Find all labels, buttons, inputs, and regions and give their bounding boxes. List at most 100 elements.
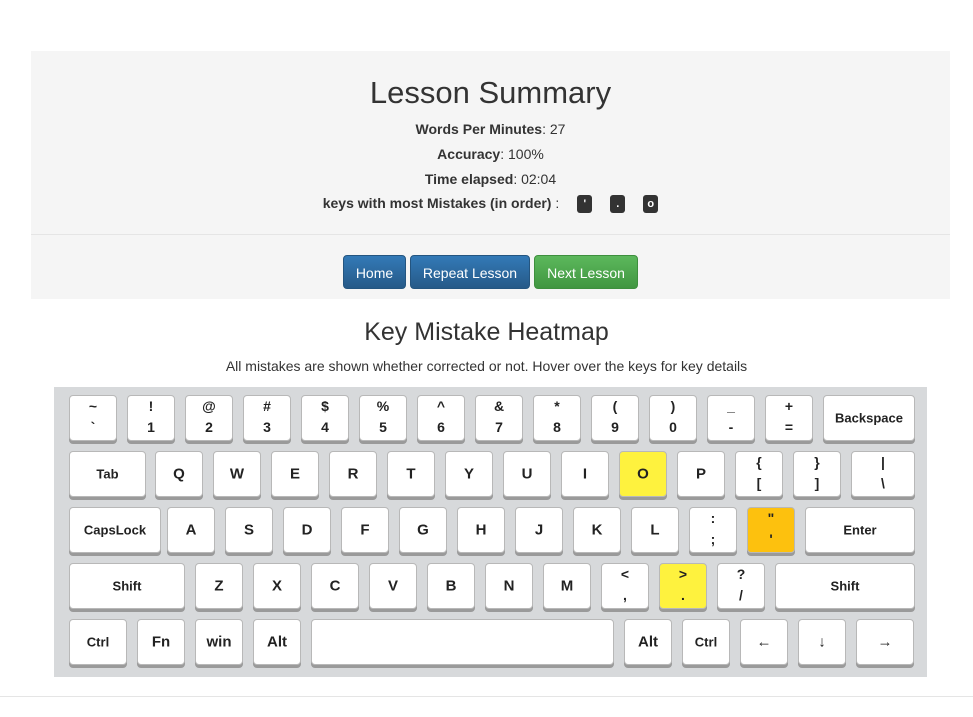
- key-shift-label: +: [784, 398, 794, 414]
- mistake-key-badge: o: [643, 195, 659, 214]
- mistake-keys-stat: keys with most Mistakes (in order) : '. o: [31, 195, 950, 214]
- key-g[interactable]: G: [399, 507, 447, 553]
- key-label: R: [347, 465, 359, 483]
- key-label: L: [650, 521, 660, 539]
- key-c[interactable]: C: [311, 563, 359, 609]
- key-3[interactable]: #3: [243, 395, 291, 441]
- key-shift-label: #: [263, 398, 271, 414]
- key-2[interactable]: @2: [185, 395, 233, 441]
- key-sym-3-8[interactable]: <,: [601, 563, 649, 609]
- next-lesson-button[interactable]: Next Lesson: [534, 255, 638, 289]
- key-sym-0-0[interactable]: ~ `: [69, 395, 117, 441]
- key-key-4-8[interactable]: ↓: [798, 619, 846, 665]
- key-o[interactable]: O: [619, 451, 667, 497]
- key-base-label: ;: [710, 531, 716, 547]
- home-button[interactable]: Home: [343, 255, 406, 289]
- key-label: win: [206, 633, 232, 651]
- key-q[interactable]: Q: [155, 451, 203, 497]
- key-tab[interactable]: Tab: [69, 451, 146, 497]
- key-base-label: ,: [623, 587, 627, 603]
- key-sym-2-10[interactable]: :;: [689, 507, 737, 553]
- key-sym-1-11[interactable]: {[: [735, 451, 783, 497]
- key-shift-label: !: [148, 398, 154, 414]
- key-label: B: [445, 577, 457, 595]
- key-base-label: .: [681, 587, 685, 603]
- key-i[interactable]: I: [561, 451, 609, 497]
- key-key-4-7[interactable]: ←: [740, 619, 788, 665]
- key-8[interactable]: * 8: [533, 395, 581, 441]
- key-base-label: 4: [321, 419, 329, 435]
- key-9[interactable]: (9: [591, 395, 639, 441]
- key-z[interactable]: Z: [195, 563, 243, 609]
- key-shift-label: _: [727, 398, 735, 414]
- key-sym-0-11[interactable]: _ -: [707, 395, 755, 441]
- key-base-label: 1: [147, 419, 155, 435]
- key-s[interactable]: S: [225, 507, 273, 553]
- key-sym-3-10[interactable]: ? /: [717, 563, 765, 609]
- key-ctrl[interactable]: Ctrl: [682, 619, 730, 665]
- key-label: Y: [463, 465, 474, 483]
- key-label: I: [582, 465, 588, 483]
- key-shift[interactable]: Shift: [775, 563, 915, 609]
- key-a[interactable]: A: [167, 507, 215, 553]
- key-sym-2-11[interactable]: " ': [747, 507, 795, 553]
- wpm-value: : 27: [542, 121, 566, 137]
- key-k[interactable]: K: [573, 507, 621, 553]
- key-p[interactable]: P: [677, 451, 725, 497]
- key-4[interactable]: $4: [301, 395, 349, 441]
- key-ctrl[interactable]: Ctrl: [69, 619, 127, 665]
- key-sym-1-13[interactable]: | \: [851, 451, 915, 497]
- key-m[interactable]: M: [543, 563, 591, 609]
- key-j[interactable]: J: [515, 507, 563, 553]
- key-base-label: 9: [611, 419, 619, 435]
- key-d[interactable]: D: [283, 507, 331, 553]
- key-h[interactable]: H: [457, 507, 505, 553]
- key-0[interactable]: ) 0: [649, 395, 697, 441]
- key-base-label: ': [769, 531, 773, 547]
- key-f[interactable]: F: [341, 507, 389, 553]
- key-alt[interactable]: Alt: [253, 619, 301, 665]
- key-shift-label: >: [678, 566, 688, 582]
- key-space[interactable]: [311, 619, 614, 665]
- key-u[interactable]: U: [503, 451, 551, 497]
- key-b[interactable]: B: [427, 563, 475, 609]
- key-n[interactable]: N: [485, 563, 533, 609]
- key-label: D: [301, 521, 313, 539]
- key-base-label: -: [728, 419, 734, 435]
- key-7[interactable]: & 7: [475, 395, 523, 441]
- key-shift-label: &: [493, 398, 505, 414]
- repeat-lesson-button[interactable]: Repeat Lesson: [410, 255, 530, 289]
- key-y[interactable]: Y: [445, 451, 493, 497]
- key-e[interactable]: E: [271, 451, 319, 497]
- key-x[interactable]: X: [253, 563, 301, 609]
- key-key-4-9[interactable]: →: [856, 619, 914, 665]
- key-shift-label: ^: [436, 398, 446, 414]
- key-label: ↓: [818, 633, 826, 651]
- key-r[interactable]: R: [329, 451, 377, 497]
- key-shift[interactable]: Shift: [69, 563, 185, 609]
- summary-title: Lesson Summary: [369, 75, 612, 110]
- key-base-label: 2: [205, 419, 213, 435]
- key-t[interactable]: T: [387, 451, 435, 497]
- key-capslock[interactable]: CapsLock: [69, 507, 161, 553]
- key-label: S: [243, 521, 254, 539]
- key-6[interactable]: ^ 6: [417, 395, 465, 441]
- key-5[interactable]: % 5: [359, 395, 407, 441]
- key-fn[interactable]: Fn: [137, 619, 185, 665]
- key-backspace[interactable]: Backspace: [823, 395, 915, 441]
- key-sym-1-12[interactable]: }]: [793, 451, 841, 497]
- time-value: : 02:04: [513, 171, 557, 187]
- key-v[interactable]: V: [369, 563, 417, 609]
- key-base-label: \: [881, 475, 885, 491]
- key-shift-label: ~: [88, 398, 98, 414]
- key-w[interactable]: W: [213, 451, 261, 497]
- key-win[interactable]: win: [195, 619, 243, 665]
- key-alt[interactable]: Alt: [624, 619, 672, 665]
- accuracy-label: Accuracy: [437, 146, 501, 162]
- key-sym-0-12[interactable]: + =: [765, 395, 813, 441]
- key-1[interactable]: ! 1: [127, 395, 175, 441]
- key-shift-label: {: [756, 454, 762, 470]
- key-l[interactable]: L: [631, 507, 679, 553]
- key-sym-3-9[interactable]: >.: [659, 563, 707, 609]
- key-enter[interactable]: Enter: [805, 507, 915, 553]
